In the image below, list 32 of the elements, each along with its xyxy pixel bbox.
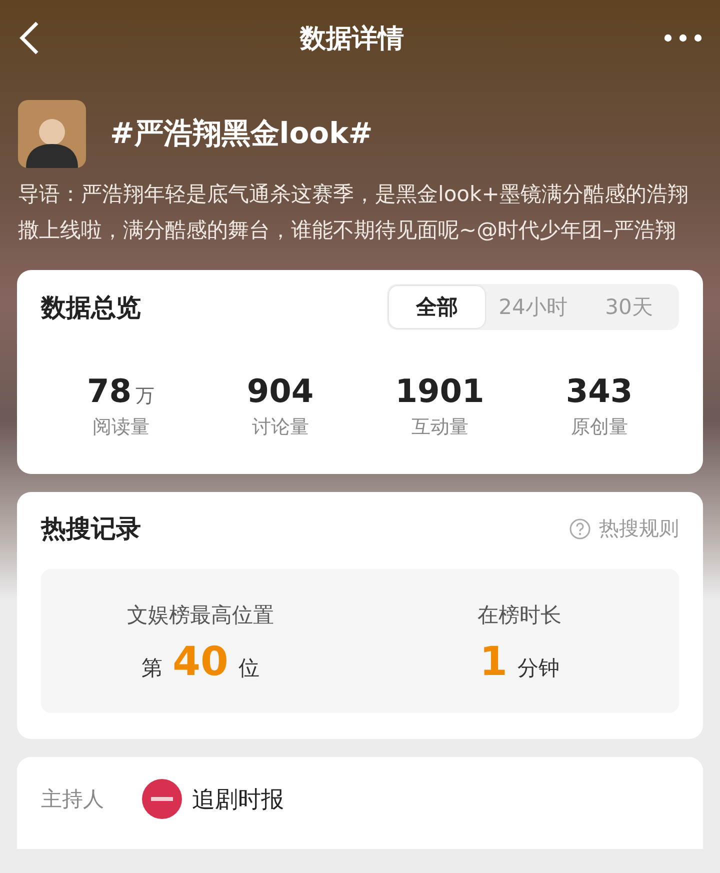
record-value: 40 bbox=[172, 639, 228, 685]
stat-value: 78 bbox=[86, 372, 132, 410]
range-tab[interactable]: 24小时 bbox=[485, 286, 581, 328]
range-tab[interactable]: 30天 bbox=[581, 286, 677, 328]
record-prefix: 第 bbox=[142, 655, 163, 682]
stat-unit: 万 bbox=[136, 384, 155, 409]
avatar-photo bbox=[18, 100, 86, 168]
record-label: 文娱榜最高位置 bbox=[126, 602, 275, 629]
stat-value: 904 bbox=[246, 372, 314, 410]
stat-value: 343 bbox=[566, 372, 633, 410]
more-icon[interactable] bbox=[664, 34, 702, 42]
host-label: 主持人 bbox=[41, 786, 104, 813]
range-tab[interactable]: 全部 bbox=[389, 286, 485, 328]
section-title: 热搜记录 bbox=[41, 513, 141, 545]
host-name[interactable]: 追剧时报 bbox=[192, 784, 284, 814]
host-logo-icon bbox=[142, 779, 182, 819]
help-icon bbox=[569, 518, 591, 540]
record-value: 1 bbox=[480, 639, 508, 685]
stat-label: 阅读量 bbox=[91, 415, 150, 440]
stat-label: 讨论量 bbox=[250, 415, 310, 440]
record-unit: 位 bbox=[238, 655, 260, 682]
topic-intro: 导语：严浩翔年轻是底气通杀这赛季，是黑金look+墨镜满分酷感的浩翔撒上线啦，满分酷感的舞台，谁能不期待见面呢~@时代少年团–严浩翔 bbox=[18, 181, 690, 244]
record-label: 在榜时长 bbox=[476, 602, 562, 629]
topic-title: #严浩翔黑金look# bbox=[110, 115, 373, 152]
page-title: 数据详情 bbox=[300, 22, 404, 56]
stat-label: 互动量 bbox=[410, 415, 470, 440]
record-unit: 分钟 bbox=[517, 655, 560, 682]
back-icon[interactable] bbox=[18, 21, 40, 55]
stat-value: 1901 bbox=[395, 372, 484, 410]
stat-label: 原创量 bbox=[570, 415, 629, 440]
section-title: 数据总览 bbox=[41, 292, 141, 324]
rules-link[interactable]: 热搜规则 bbox=[569, 515, 679, 542]
